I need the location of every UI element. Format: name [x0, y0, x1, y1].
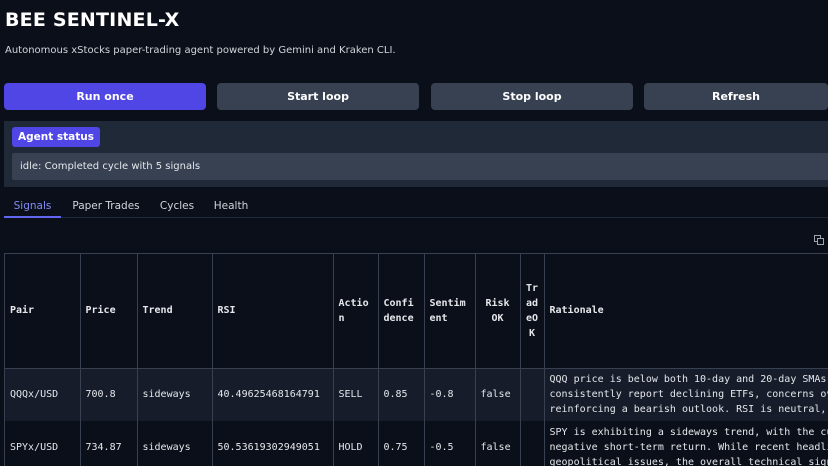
- column-header-action[interactable]: Action: [333, 254, 379, 369]
- column-header-risk-ok[interactable]: Risk OK: [475, 254, 521, 369]
- cell-trend: sideways: [137, 421, 213, 466]
- start-loop-button[interactable]: Start loop: [217, 83, 419, 110]
- column-header-rsi[interactable]: RSI: [212, 254, 334, 369]
- table-header-row: Pair Price Trend RSI Action Confidence S…: [5, 254, 828, 369]
- cell-rationale: QQQ price is below both 10-day and 20-da…: [544, 368, 828, 421]
- signals-table-container[interactable]: Pair Price Trend RSI Action Confidence S…: [4, 253, 828, 466]
- action-button-row: Run once Start loop Stop loop Refresh: [4, 83, 828, 110]
- cell-rsi: 40.49625468164791: [212, 368, 334, 421]
- cell-risk-ok: false: [475, 368, 521, 421]
- cell-price: 700.8: [80, 368, 138, 421]
- column-header-confidence[interactable]: Confidence: [378, 254, 425, 369]
- app-title: BEE SENTINEL-X: [5, 9, 180, 31]
- agent-status-value: idle: Completed cycle with 5 signals: [12, 153, 828, 180]
- tab-bar: Signals Paper Trades Cycles Health: [4, 196, 828, 218]
- signals-table: Pair Price Trend RSI Action Confidence S…: [5, 254, 828, 466]
- tab-health[interactable]: Health: [208, 196, 254, 218]
- column-header-pair[interactable]: Pair: [5, 254, 81, 369]
- cell-trade-ok: [520, 368, 545, 421]
- cell-confidence: 0.85: [378, 368, 425, 421]
- cell-rsi: 50.53619302949051: [212, 421, 334, 466]
- cell-rationale: SPY is exhibiting a sideways trend, with…: [544, 421, 828, 466]
- rationale-line: reinforcing a bearish outlook. RSI is ne…: [549, 404, 828, 416]
- column-header-rationale[interactable]: Rationale: [544, 254, 828, 369]
- table-row[interactable]: SPYx/USD 734.87 sideways 50.536193029490…: [5, 421, 828, 466]
- rationale-line: geopolitical issues, the overall technic…: [549, 456, 828, 466]
- app-subtitle: Autonomous xStocks paper-trading agent p…: [5, 45, 396, 56]
- copy-icon[interactable]: [814, 235, 824, 245]
- cell-confidence: 0.75: [378, 421, 425, 466]
- rationale-line: consistently report declining ETFs, conc…: [549, 389, 828, 401]
- rationale-line: QQQ price is below both 10-day and 20-da…: [549, 374, 828, 386]
- rationale-line: negative short-term return. While recent…: [549, 441, 828, 453]
- agent-status-label: Agent status: [12, 127, 101, 147]
- run-once-button[interactable]: Run once: [4, 83, 206, 110]
- cell-price: 734.87: [80, 421, 138, 466]
- rationale-line: SPY is exhibiting a sideways trend, with…: [549, 426, 828, 438]
- cell-sentiment: -0.8: [424, 368, 476, 421]
- column-header-sentiment[interactable]: Sentiment: [424, 254, 476, 369]
- cell-action: SELL: [333, 368, 379, 421]
- refresh-button[interactable]: Refresh: [644, 83, 828, 110]
- tab-paper-trades[interactable]: Paper Trades: [66, 196, 146, 218]
- cell-pair: SPYx/USD: [5, 421, 81, 466]
- cell-risk-ok: false: [475, 421, 521, 466]
- cell-pair: QQQx/USD: [5, 368, 81, 421]
- cell-trend: sideways: [137, 368, 213, 421]
- cell-trade-ok: [520, 421, 545, 466]
- column-header-trade-ok[interactable]: TradeOK: [520, 254, 545, 369]
- cell-sentiment: -0.5: [424, 421, 476, 466]
- stop-loop-button[interactable]: Stop loop: [431, 83, 633, 110]
- agent-status-panel: Agent status idle: Completed cycle with …: [4, 121, 828, 187]
- tab-signals[interactable]: Signals: [4, 196, 61, 218]
- table-row[interactable]: QQQx/USD 700.8 sideways 40.4962546816479…: [5, 368, 828, 421]
- cell-action: HOLD: [333, 421, 379, 466]
- column-header-trend[interactable]: Trend: [137, 254, 213, 369]
- tab-cycles[interactable]: Cycles: [154, 196, 200, 218]
- column-header-price[interactable]: Price: [80, 254, 138, 369]
